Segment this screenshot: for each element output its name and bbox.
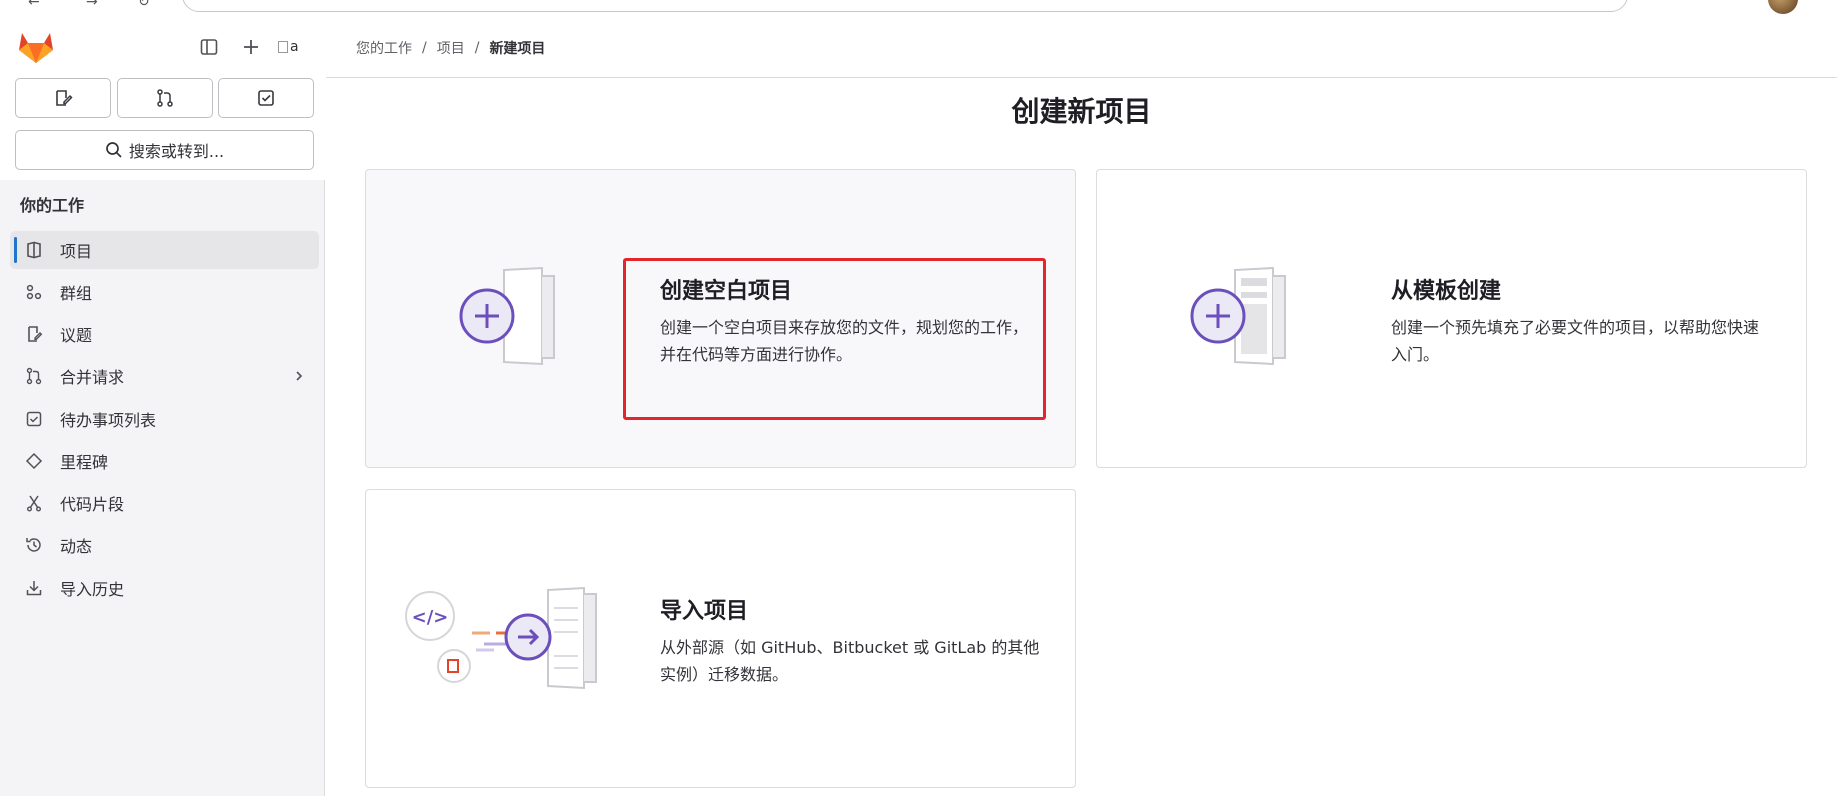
todo-icon [24, 409, 44, 429]
project-icon [24, 240, 44, 260]
create-from-template-card[interactable]: 从模板创建 创建一个预先填充了必要文件的项目，以帮助您快速 入门。 [1096, 169, 1807, 468]
forward-icon[interactable]: → [86, 0, 102, 10]
merge-request-icon [24, 366, 44, 386]
import-project-desc-line2: 实例）迁移数据。 [660, 665, 789, 684]
breadcrumb-separator: / [422, 40, 427, 56]
blank-project-desc-line2: 并在代码等方面进行协作。 [660, 345, 853, 364]
issues-icon [24, 324, 44, 344]
import-project-illustration-icon: </> [405, 586, 597, 690]
activity-icon [24, 535, 44, 555]
sidebar-item-todo-list[interactable]: 待办事项列表 [10, 400, 319, 438]
sidebar-item-label: 群组 [60, 284, 93, 303]
sidebar-section-title: 你的工作 [20, 196, 85, 215]
sidebar-item-projects[interactable]: 项目 [10, 231, 319, 269]
gitlab-logo-icon[interactable] [18, 30, 54, 64]
browser-profile-avatar[interactable] [1768, 0, 1798, 14]
page-title: 创建新项目 [1011, 95, 1152, 128]
user-avatar[interactable]: a [278, 34, 312, 60]
template-desc-line2: 入门。 [1391, 345, 1440, 364]
sidebar-item-merge-requests[interactable]: 合并请求 [10, 357, 319, 395]
sidebar-toggle-icon[interactable] [198, 36, 220, 58]
broken-image-icon [278, 41, 288, 53]
sidebar-item-label: 待办事项列表 [60, 411, 157, 430]
breadcrumb: 您的工作 / 项目 / 新建项目 [356, 38, 545, 58]
chevron-right-icon[interactable] [293, 367, 305, 386]
import-project-desc-line1: 从外部源（如 GitHub、Bitbucket 或 GitLab 的其他 [660, 638, 1040, 657]
reload-icon[interactable]: ↻ [138, 0, 154, 10]
address-bar[interactable] [182, 0, 1628, 12]
browser-toolbar: ← → ↻ [0, 0, 1837, 14]
snippet-icon [24, 493, 44, 513]
sidebar-header: a 搜索或转到... [0, 14, 325, 180]
sidebar-item-issues[interactable]: 议题 [10, 315, 319, 353]
breadcrumb-projects[interactable]: 项目 [437, 38, 465, 58]
sidebar-item-groups[interactable]: 群组 [10, 273, 319, 311]
back-icon[interactable]: ← [28, 0, 44, 10]
template-description: 创建一个预先填充了必要文件的项目，以帮助您快速 入门。 [1391, 314, 1759, 368]
template-desc-line1: 创建一个预先填充了必要文件的项目，以帮助您快速 [1391, 318, 1760, 337]
todo-list-button[interactable] [218, 78, 314, 118]
breadcrumb-new-project[interactable]: 新建项目 [489, 38, 545, 58]
search-icon [106, 142, 122, 158]
search-button[interactable]: 搜索或转到... [15, 130, 314, 170]
import-project-card[interactable]: </> 导入项目 从外部源（如 GitHub、Bitbucket 或 GitLa… [365, 489, 1076, 788]
create-new-icon[interactable] [240, 36, 262, 58]
import-project-title: 导入项目 [660, 599, 749, 624]
import-project-description: 从外部源（如 GitHub、Bitbucket 或 GitLab 的其他 实例）… [660, 634, 1039, 688]
merge-requests-button[interactable] [117, 78, 213, 118]
template-title: 从模板创建 [1391, 279, 1502, 304]
sidebar-item-activity[interactable]: 动态 [10, 526, 319, 564]
import-history-icon [24, 578, 44, 598]
assigned-issues-button[interactable] [15, 78, 111, 118]
blank-project-illustration-icon [459, 266, 555, 366]
blank-project-description: 创建一个空白项目来存放您的文件，规划您的工作， 并在代码等方面进行协作。 [660, 314, 1028, 368]
sidebar-item-snippets[interactable]: 代码片段 [10, 484, 319, 522]
sidebar-item-import-history[interactable]: 导入历史 [10, 569, 319, 607]
sidebar-item-label: 动态 [60, 537, 93, 556]
avatar-alt-text: a [290, 39, 299, 55]
breadcrumb-your-work[interactable]: 您的工作 [356, 38, 412, 58]
sidebar-item-label: 里程碑 [60, 453, 109, 472]
sidebar-item-label: 导入历史 [60, 580, 125, 599]
sidebar-item-label: 项目 [60, 242, 93, 261]
create-blank-project-card[interactable]: 创建空白项目 创建一个空白项目来存放您的文件，规划您的工作， 并在代码等方面进行… [365, 169, 1076, 468]
top-bar: 您的工作 / 项目 / 新建项目 [326, 14, 1837, 78]
blank-project-desc-line1: 创建一个空白项目来存放您的文件，规划您的工作， [660, 318, 1029, 337]
merge-request-icon [157, 89, 173, 107]
issues-icon [56, 90, 73, 106]
svg-text:</>: </> [412, 607, 449, 628]
blank-project-title: 创建空白项目 [660, 279, 793, 304]
sidebar-item-milestones[interactable]: 里程碑 [10, 442, 319, 480]
template-illustration-icon [1190, 266, 1286, 366]
milestone-icon [24, 451, 44, 471]
breadcrumb-separator: / [474, 40, 480, 56]
group-icon [24, 282, 44, 302]
sidebar: a 搜索或转到... 你的工作 项目 群组 议题 合并请求 待办事项列表 里程碑… [0, 14, 325, 796]
sidebar-item-label: 议题 [60, 326, 93, 345]
sidebar-item-label: 合并请求 [60, 368, 125, 387]
search-label: 搜索或转到... [128, 142, 225, 161]
todo-icon [258, 90, 274, 106]
sidebar-item-label: 代码片段 [60, 495, 125, 514]
